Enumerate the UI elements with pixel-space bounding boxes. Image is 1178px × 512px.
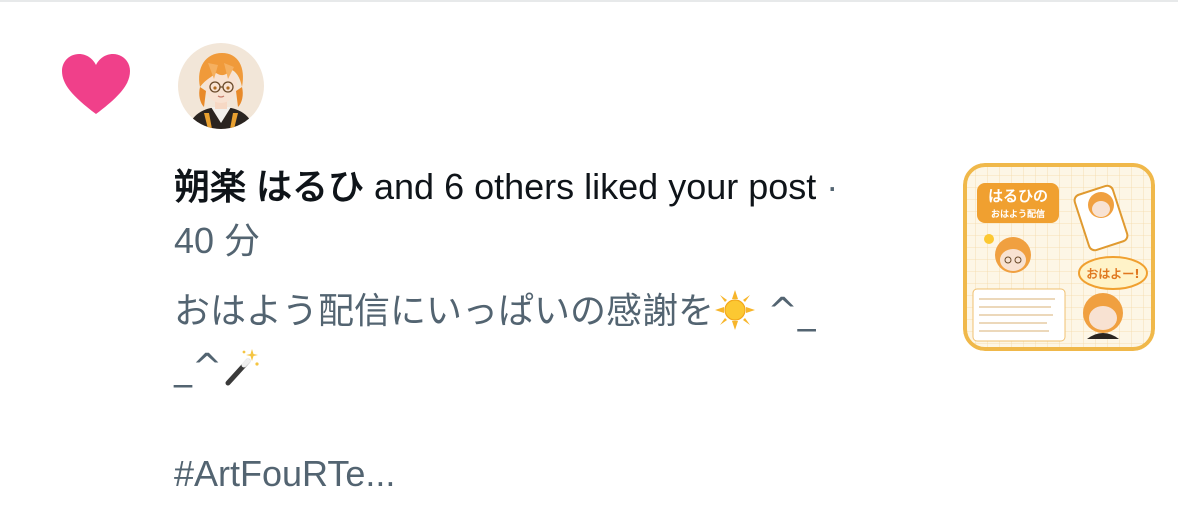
post-media-thumbnail[interactable]: はるひの おはよう配信 おはよー! [963, 163, 1155, 351]
separator: · [816, 166, 839, 207]
post-excerpt[interactable]: おはよう配信にいっぱいの感謝を ^_ _^ [174, 284, 894, 396]
thumbnail-title: はるひの [988, 187, 1048, 205]
magic-wand-emoji [225, 349, 259, 386]
kaomoji-part-2: _^ [174, 347, 223, 388]
notification-summary[interactable]: 朔楽 はるひ and 6 others liked your post · 40… [174, 160, 864, 268]
kaomoji-part-1: ^_ [767, 291, 816, 332]
thumbnail-subtitle: おはよう配信 [991, 208, 1045, 220]
thumbnail-greeting: おはよー! [1086, 267, 1139, 281]
action-text: and 6 others liked your post [364, 166, 817, 207]
thumbnail-title-block: はるひの おはよう配信 [977, 183, 1059, 223]
heart-icon [62, 54, 130, 114]
post-hashtag[interactable]: #ArtFouRTe... [174, 452, 395, 496]
top-divider [0, 0, 1178, 2]
avatar-image [178, 43, 264, 129]
actor-name[interactable]: 朔楽 はるひ [174, 166, 364, 207]
sun-emoji [715, 290, 756, 330]
timestamp: 40 分 [174, 220, 261, 261]
avatar[interactable] [178, 43, 264, 129]
thumbnail-image: はるひの おはよう配信 おはよー! [963, 163, 1155, 351]
post-text-line: おはよう配信にいっぱいの感謝を [174, 291, 715, 332]
